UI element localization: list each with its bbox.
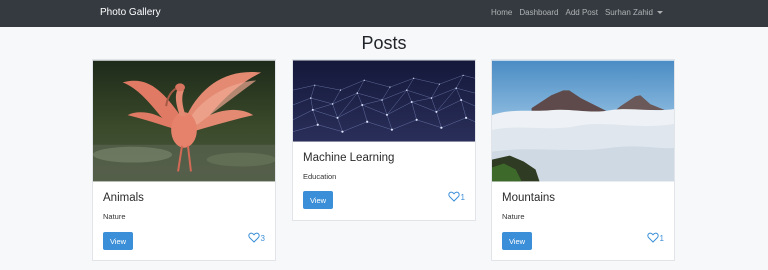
post-card: Animals Nature View 3: [92, 59, 276, 261]
heart-icon: [247, 232, 260, 243]
page-title: Posts: [361, 33, 407, 53]
post-title: Mountains: [502, 192, 556, 204]
like-button[interactable]: 1: [447, 191, 465, 202]
like-button[interactable]: 1: [646, 232, 664, 243]
post-card: Machine Learning Education View 1: [292, 59, 476, 221]
navbar: Photo Gallery Home Dashboard Add Post Su…: [0, 0, 768, 27]
like-count: 1: [460, 193, 465, 202]
nav-home-link[interactable]: Home: [491, 8, 512, 17]
caret-down-icon: [657, 11, 663, 15]
user-menu-toggle[interactable]: Surhan Zahid: [605, 8, 663, 17]
post-category: Education: [303, 172, 337, 181]
like-count: 3: [260, 234, 265, 243]
like-count: 1: [659, 234, 664, 243]
post-category: Nature: [103, 212, 126, 221]
post-title: Animals: [103, 192, 144, 204]
view-button[interactable]: View: [502, 232, 532, 250]
post-category: Nature: [502, 212, 525, 221]
user-name: Surhan Zahid: [604, 8, 653, 17]
post-image-network[interactable]: [293, 60, 475, 142]
navbar-brand[interactable]: Photo Gallery: [100, 7, 161, 18]
like-button[interactable]: 3: [247, 232, 265, 243]
nav-add-post-link[interactable]: Add Post: [566, 8, 598, 17]
heart-icon: [447, 191, 460, 202]
view-button[interactable]: View: [303, 191, 333, 209]
nav-dashboard-link[interactable]: Dashboard: [519, 8, 558, 17]
view-button[interactable]: View: [103, 232, 133, 250]
post-title: Machine Learning: [303, 152, 395, 164]
nav-links: Home Dashboard Add Post Surhan Zahid: [491, 8, 663, 17]
heart-icon: [646, 232, 659, 243]
post-card: Mountains Nature View 1: [491, 59, 675, 261]
post-image-mountain[interactable]: [492, 60, 674, 182]
post-image-bird[interactable]: [93, 60, 275, 182]
